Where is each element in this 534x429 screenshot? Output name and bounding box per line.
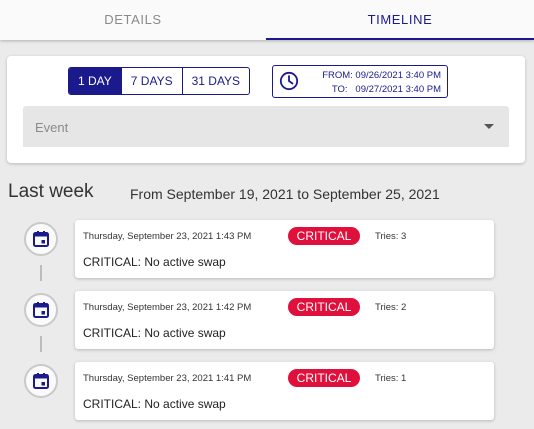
range-31-days-button[interactable]: 31 DAYS (181, 68, 249, 94)
tab-details[interactable]: DETAILS (0, 0, 266, 40)
date-range-picker[interactable]: FROM: 09/26/2021 3:40 PM TO: 09/27/2021 … (272, 65, 448, 98)
calendar-node (24, 293, 58, 327)
range-toggle-group: 1 DAY 7 DAYS 31 DAYS (68, 67, 251, 95)
calendar-icon (33, 231, 49, 247)
calendar-node (24, 222, 58, 256)
event-select[interactable]: Event (23, 106, 509, 147)
timeline-entry[interactable]: Thursday, September 23, 2021 1:42 PM CRI… (75, 291, 494, 349)
entry-timestamp: Thursday, September 23, 2021 1:43 PM (83, 231, 252, 242)
calendar-icon (33, 302, 49, 318)
timeline-entry[interactable]: Thursday, September 23, 2021 1:43 PM CRI… (75, 220, 494, 278)
clock-icon (279, 71, 299, 91)
entry-tries: Tries: 1 (375, 373, 407, 384)
severity-badge: CRITICAL (288, 227, 360, 245)
entry-message: CRITICAL: No active swap (83, 397, 226, 411)
caret-down-icon (484, 124, 494, 129)
timeline-connector (40, 336, 42, 352)
tab-bar: DETAILS TIMELINE (0, 0, 534, 40)
timeline-heading: Last week (8, 181, 94, 202)
severity-badge: CRITICAL (288, 369, 360, 387)
range-1-day-button[interactable]: 1 DAY (69, 68, 121, 94)
entry-tries: Tries: 3 (375, 231, 407, 242)
entry-message: CRITICAL: No active swap (83, 326, 226, 340)
calendar-icon (33, 373, 49, 389)
filter-card: 1 DAY 7 DAYS 31 DAYS FROM: 09/26/2021 3:… (7, 56, 525, 163)
calendar-node (24, 364, 58, 398)
event-select-placeholder: Event (35, 120, 69, 135)
timeline-range-text: From September 19, 2021 to September 25,… (130, 186, 440, 202)
range-7-days-button[interactable]: 7 DAYS (120, 68, 182, 94)
tab-timeline[interactable]: TIMELINE (266, 0, 534, 40)
date-to: TO: 09/27/2021 3:40 PM (331, 84, 441, 95)
entry-message: CRITICAL: No active swap (83, 255, 226, 269)
severity-badge: CRITICAL (288, 298, 360, 316)
entry-tries: Tries: 2 (375, 302, 407, 313)
timeline-connector (40, 265, 42, 281)
timeline-entry[interactable]: Thursday, September 23, 2021 1:41 PM CRI… (75, 362, 494, 420)
date-from: FROM: 09/26/2021 3:40 PM (322, 70, 441, 81)
entry-timestamp: Thursday, September 23, 2021 1:42 PM (83, 302, 252, 313)
entry-timestamp: Thursday, September 23, 2021 1:41 PM (83, 373, 252, 384)
